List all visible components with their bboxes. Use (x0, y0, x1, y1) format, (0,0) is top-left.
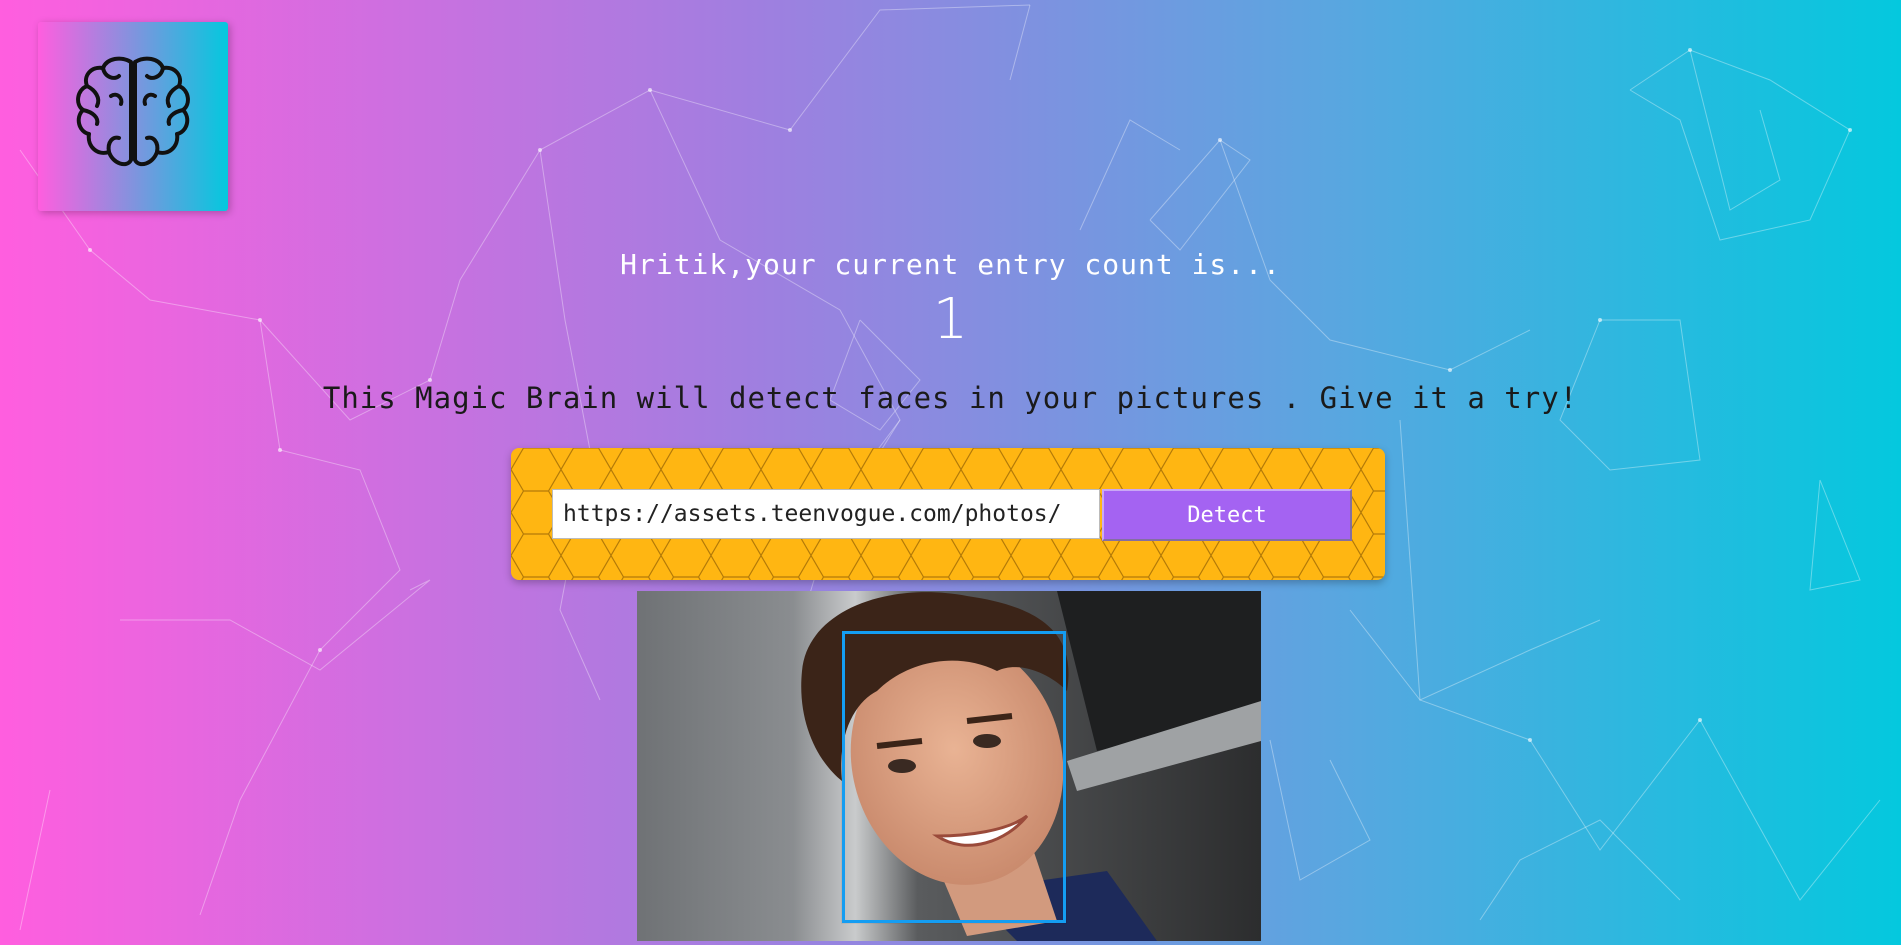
brain-icon (76, 56, 190, 167)
entry-count-value: 1 (932, 287, 969, 352)
face-bounding-box (842, 631, 1066, 923)
image-link-form: Detect (511, 448, 1385, 580)
image-url-input[interactable] (552, 489, 1100, 539)
logo[interactable] (38, 22, 228, 211)
entry-count-greeting: Hritik,your current entry count is... (620, 248, 1281, 281)
result-image (637, 591, 1261, 941)
page-tagline: This Magic Brain will detect faces in yo… (322, 381, 1579, 415)
detect-button[interactable]: Detect (1102, 489, 1352, 541)
